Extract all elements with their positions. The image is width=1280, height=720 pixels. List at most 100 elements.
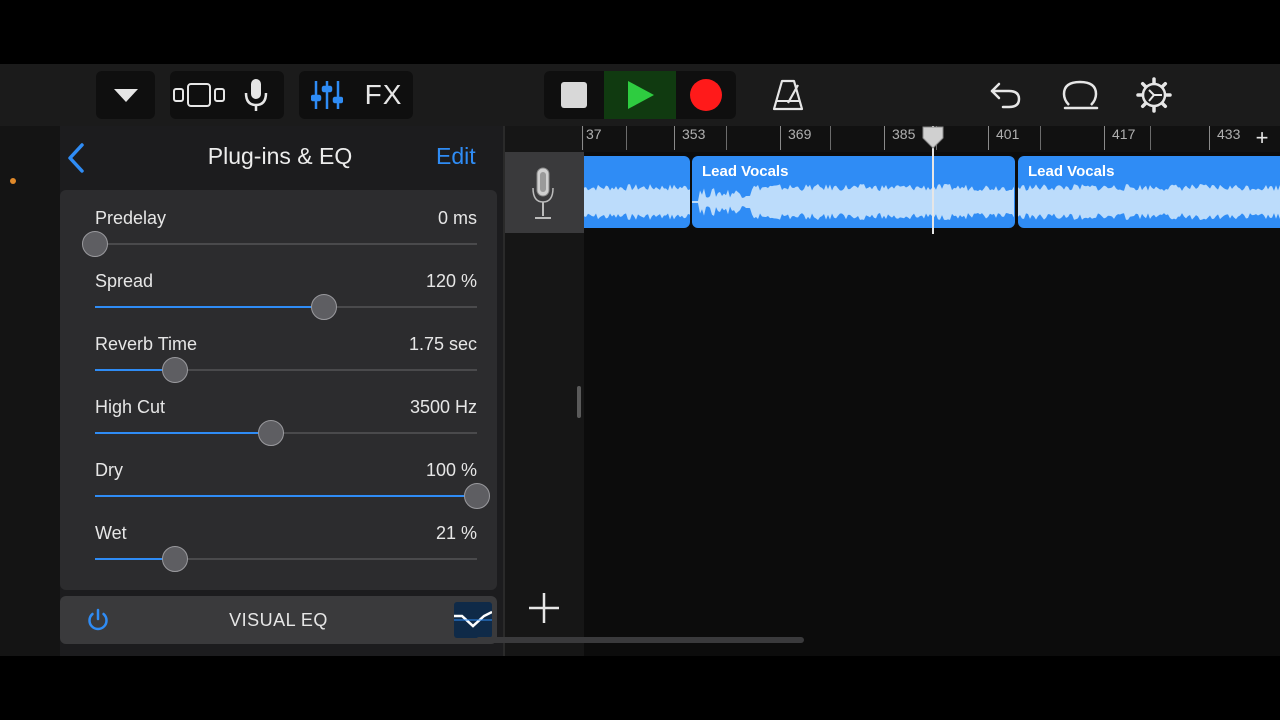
ruler-minor-tick [830,126,831,150]
param-slider-knob[interactable] [257,420,284,446]
undo-button[interactable] [978,71,1034,119]
param-slider-fill [95,432,271,434]
track-header-lead-vocals[interactable] [505,152,584,233]
param-value: 21 % [435,523,477,543]
track-view-button[interactable] [170,71,227,119]
play-button[interactable] [604,71,676,119]
region-name: Lead Vocals [702,163,789,180]
mixer-button[interactable] [299,71,354,119]
ruler-minor-tick [1040,126,1041,150]
ruler-label: 417 [1112,126,1136,142]
playhead-handle-icon [922,126,944,149]
stop-button[interactable] [544,71,604,119]
waveform [1018,184,1280,220]
record-icon [690,79,722,111]
audio-region[interactable]: Lead Vocals [692,156,1015,228]
eq-thumbnail[interactable] [454,602,493,638]
horizontal-scrollbar[interactable] [476,637,804,643]
panel-title: Plug-ins & EQ [207,143,353,169]
param-slider-knob[interactable] [311,294,338,320]
settings-button[interactable] [1126,71,1182,119]
loop-icon [1062,80,1099,110]
ruler-label: 433 [1217,126,1241,142]
eq-curve-icon [454,610,493,628]
param-label: Reverb Time [95,334,198,354]
mixer-icon [310,81,343,109]
ruler-tick [988,126,989,150]
mic-instrument-icon [532,167,554,219]
play-icon [628,81,654,109]
dropdown-button[interactable] [96,71,155,119]
ruler-label: 385 [892,126,916,142]
reverb-parameters: Predelay 0 ms Spread 120 % Reverb Time 1.75 s… [60,190,497,590]
visual-eq-label: VISUAL EQ [229,610,328,630]
ruler-tick [780,126,781,150]
param-value: 1.75 sec [408,334,477,354]
param-slider-knob[interactable] [464,483,490,509]
dropdown-icon [113,89,138,102]
param-slider-fill [95,495,477,497]
param-label: Dry [95,460,123,480]
region-name: Lead Vocals [1028,163,1115,180]
metronome-button[interactable] [760,71,816,119]
view-group [170,71,284,119]
audio-region[interactable] [584,156,690,228]
waveform [692,184,1014,220]
ruler-tick [674,126,675,150]
mixer-fx-group: FX [299,71,413,119]
track-view-icon [172,83,225,107]
microphone-icon [244,79,267,111]
param-slider[interactable] [95,294,477,320]
ruler-tick [1209,126,1210,150]
param-label: Wet [95,523,127,543]
playhead-handle[interactable] [921,126,945,155]
param-label: Predelay [95,208,167,228]
visual-eq-bar[interactable]: VISUAL EQ [60,596,497,644]
ruler-minor-tick [726,126,727,150]
track-menu-group [96,71,155,119]
waveform [584,184,690,220]
back-button[interactable] [64,143,88,173]
toolbar: FX [0,64,1280,126]
param-value: 3500 Hz [409,397,477,417]
metronome-icon [772,79,804,111]
edit-button[interactable]: Edit [436,143,476,170]
fx-button[interactable]: FX [354,71,413,119]
settings-icon [1136,77,1172,113]
ruler-minor-tick [1150,126,1151,150]
param-slider[interactable] [95,483,490,509]
param-slider[interactable] [95,420,477,446]
record-button[interactable] [676,71,736,119]
ruler-minor-tick [626,126,627,150]
add-section-button[interactable]: + [1251,126,1273,150]
param-value: 120 % [425,271,477,291]
loop-button[interactable] [1052,71,1108,119]
param-slider[interactable] [82,231,477,257]
ruler-tick [884,126,885,150]
param-slider-knob[interactable] [82,231,108,257]
ruler-label: 353 [682,126,706,142]
track-indicator-dot [10,178,16,184]
add-track-icon [529,593,559,623]
param-slider-knob[interactable] [162,357,189,383]
param-value: 0 ms [437,208,477,228]
audio-region[interactable]: Lead Vocals [1018,156,1280,228]
param-label: Spread [95,271,154,291]
param-slider[interactable] [95,546,477,572]
ruler-label: 37 [586,126,602,142]
param-value: 100 % [425,460,477,480]
transport-group [544,71,736,119]
stop-icon [561,82,587,108]
ruler-label: 369 [788,126,812,142]
ruler-tick [582,126,583,150]
param-slider[interactable] [95,357,477,383]
param-slider-fill [95,306,325,308]
param-slider-knob[interactable] [162,546,189,572]
left-strip [0,126,60,656]
ruler-label: 401 [996,126,1020,142]
microphone-button[interactable] [227,71,284,119]
add-track-button[interactable] [524,588,564,628]
resize-handle[interactable] [577,386,581,418]
param-label: High Cut [95,397,166,417]
undo-icon [990,82,1021,109]
